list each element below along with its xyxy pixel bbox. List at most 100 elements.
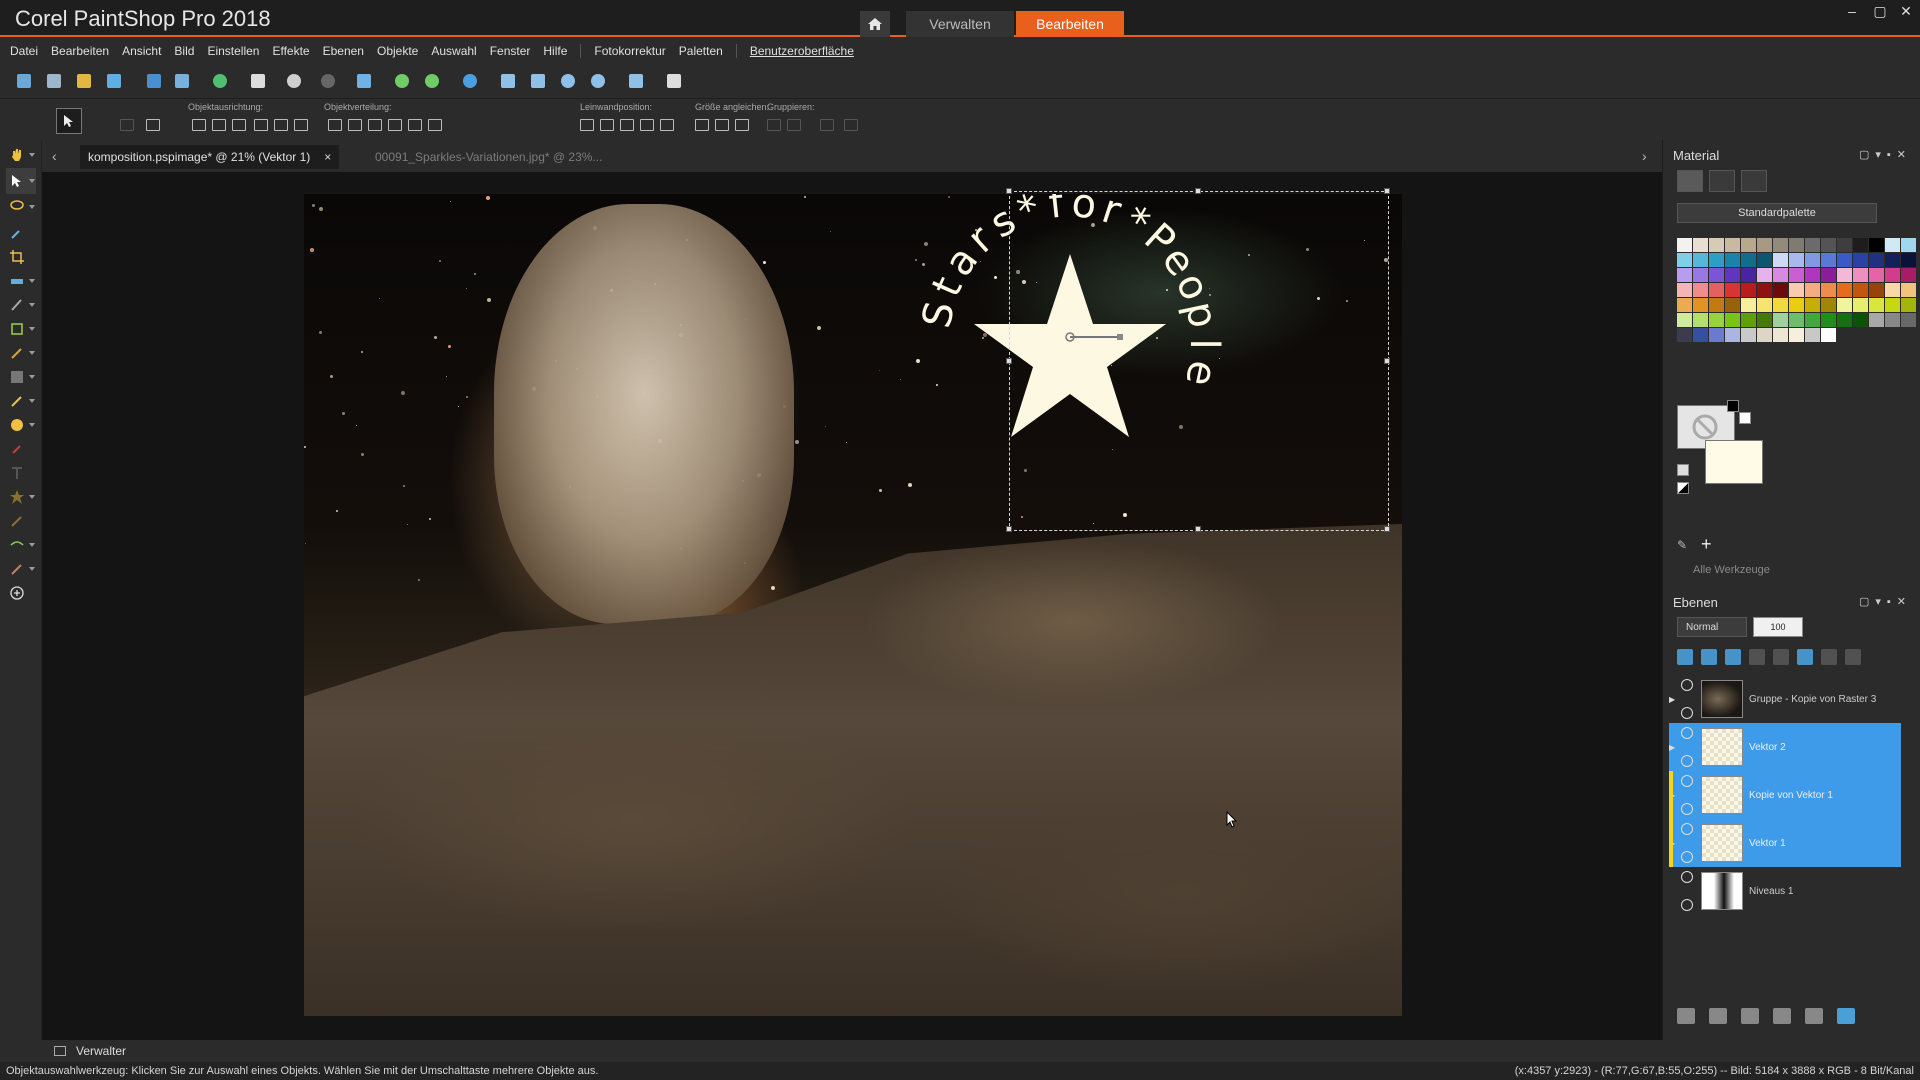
palette-swatch[interactable] [1885,253,1900,267]
color-palette[interactable] [1677,238,1916,342]
palette-swatch[interactable] [1901,298,1916,312]
tabs-scroll-right-icon[interactable]: › [1642,148,1647,164]
palette-swatch[interactable] [1869,238,1884,252]
palette-swatch[interactable] [1773,298,1788,312]
new-raster-icon[interactable] [1677,1008,1695,1024]
open-button[interactable] [74,71,94,91]
tab-sliders[interactable] [1741,170,1767,192]
save-button[interactable] [144,71,164,91]
transform-icon[interactable] [146,119,160,131]
makeover-tool[interactable] [6,292,36,318]
menu-view[interactable]: Ansicht [122,44,161,58]
straighten-tool[interactable] [6,268,36,294]
palette-swatch[interactable] [1869,268,1884,282]
palette-swatch[interactable] [1821,268,1836,282]
blend-mode-dropdown[interactable]: Normal [1677,617,1747,637]
shape-tool[interactable] [6,484,36,510]
expand-icon[interactable]: ▶ [1669,695,1677,704]
palette-swatch[interactable] [1837,283,1852,297]
palette-swatch[interactable] [1741,328,1756,342]
palette-swatch[interactable] [1789,238,1804,252]
add-swatch-icon[interactable]: + [1701,534,1712,555]
minimize-button[interactable]: – [1840,3,1864,19]
palette-swatch[interactable] [1757,283,1772,297]
menu-edit[interactable]: Bearbeiten [51,44,109,58]
menu-window[interactable]: Fenster [490,44,531,58]
lock-icon[interactable] [1821,649,1837,665]
text-tool[interactable] [6,460,36,486]
palette-swatch[interactable] [1805,253,1820,267]
home-button[interactable] [860,11,890,37]
visibility-toggle-icon[interactable] [1741,1008,1759,1024]
mask-layer-icon[interactable] [1773,649,1789,665]
palette-swatch[interactable] [1885,238,1900,252]
palette-swatch[interactable] [1709,253,1724,267]
fit-image-button[interactable] [528,71,548,91]
palette-swatch[interactable] [1853,313,1868,327]
palette-swatch[interactable] [1901,313,1916,327]
scan-button[interactable] [104,71,124,91]
palette-swatch[interactable] [1789,253,1804,267]
tab-swatches[interactable] [1677,170,1703,192]
opacity-field[interactable]: 100 [1753,617,1803,637]
background-swatch[interactable] [1705,440,1763,484]
palette-swatch[interactable] [1693,328,1708,342]
swap-colors-icon[interactable] [1677,464,1689,476]
palette-swatch[interactable] [1821,283,1836,297]
palette-swatch[interactable] [1709,238,1724,252]
group-button[interactable] [767,119,781,131]
palette-swatch[interactable] [1677,283,1692,297]
fill-tool[interactable] [6,364,36,390]
palette-swatch[interactable] [1869,283,1884,297]
layer-item[interactable]: ▶ Vektor 2 [1669,723,1901,771]
layer-item[interactable]: ▶ Gruppe - Kopie von Raster 3 [1669,675,1901,723]
palette-swatch[interactable] [1709,283,1724,297]
pan-tool[interactable] [6,142,36,168]
align-bottom-button[interactable] [212,119,226,131]
same-width-button[interactable] [695,119,709,131]
palette-swatch[interactable] [1725,313,1740,327]
align-right-button[interactable] [254,119,268,131]
handle-bottom-left[interactable] [1006,526,1012,532]
material-panel-controls[interactable]: ▢▾▪✕ [1859,148,1912,161]
palette-swatch[interactable] [1725,268,1740,282]
ungroup-button[interactable] [787,119,801,131]
palette-swatch[interactable] [1821,298,1836,312]
new-file-button[interactable] [14,71,34,91]
palette-swatch[interactable] [1773,253,1788,267]
palette-swatch[interactable] [1837,313,1852,327]
menu-photo-fix[interactable]: Fotokorrektur [594,44,665,58]
delete-layer-icon[interactable] [1805,1008,1823,1024]
canvas-hcenter-button[interactable] [600,119,614,131]
pen-tool[interactable] [6,508,36,534]
palette-swatch[interactable] [1805,298,1820,312]
new-grid-button[interactable] [44,71,64,91]
palette-swatch[interactable] [1709,298,1724,312]
palette-swatch[interactable] [1773,238,1788,252]
palette-swatch[interactable] [1821,253,1836,267]
palette-swatch[interactable] [1693,268,1708,282]
palette-swatch[interactable] [1757,238,1772,252]
palette-swatch[interactable] [1725,283,1740,297]
align-top-button[interactable] [192,119,206,131]
mask-icon[interactable] [1749,649,1765,665]
palette-swatch[interactable] [1741,268,1756,282]
print-button[interactable] [248,71,268,91]
palette-swatch[interactable] [1693,238,1708,252]
canvas-vcenter-button[interactable] [620,119,634,131]
tab-frame[interactable] [1709,170,1735,192]
picture-tube-tool[interactable] [6,556,36,582]
zoom-in-button[interactable] [588,71,608,91]
palette-swatch[interactable] [1677,238,1692,252]
document-tab-active[interactable]: komposition.pspimage* @ 21% (Vektor 1) × [80,145,340,169]
palette-swatch[interactable] [1837,238,1852,252]
palette-swatch[interactable] [1837,298,1852,312]
dropper-tool[interactable] [6,220,36,246]
pick-mode-button[interactable] [56,108,82,134]
palette-swatch[interactable] [1741,253,1756,267]
reset-colors-icon[interactable] [1677,482,1689,494]
palette-swatch[interactable] [1837,253,1852,267]
tabs-scroll-left-icon[interactable]: ‹ [52,148,57,164]
crop-tool[interactable] [6,244,36,270]
palette-swatch[interactable] [1693,313,1708,327]
